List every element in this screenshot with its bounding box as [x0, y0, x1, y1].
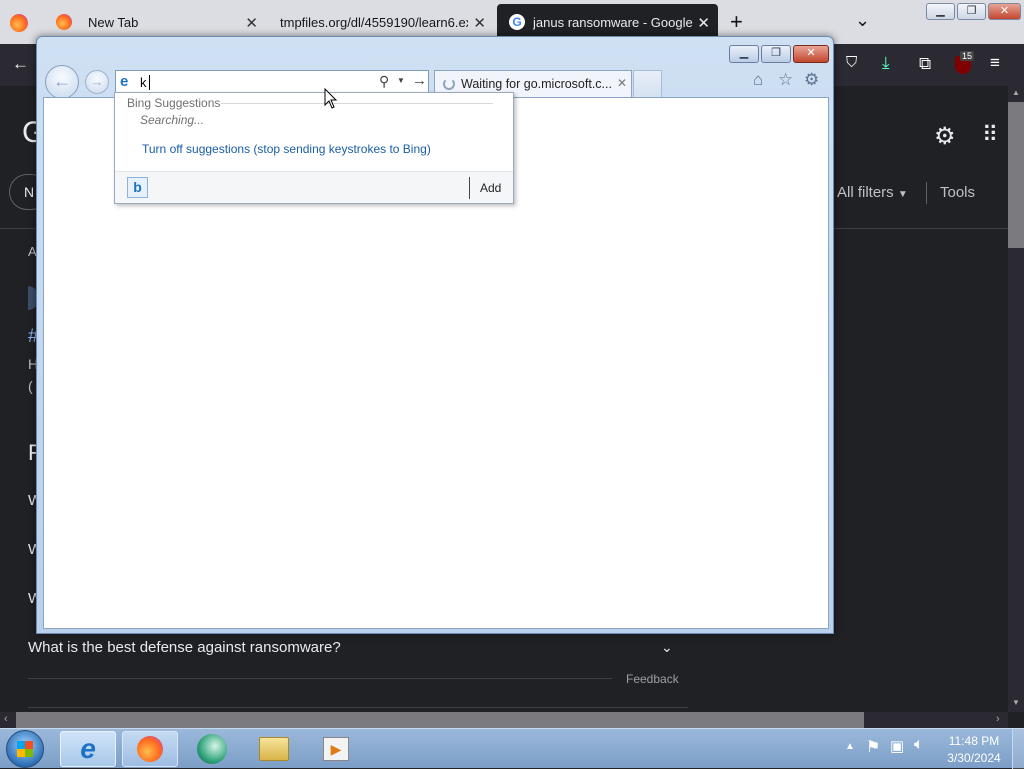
- tab-tmpfiles[interactable]: tmpfiles.org/dl/4559190/learn6.exe ✕: [268, 4, 494, 40]
- bing-logo-icon[interactable]: b: [127, 177, 148, 198]
- ie-page-icon: e: [120, 73, 129, 90]
- taskbar-ie-button[interactable]: e: [60, 731, 116, 767]
- google-g-icon: G: [509, 14, 525, 30]
- tab-title: tmpfiles.org/dl/4559190/learn6.exe: [280, 14, 468, 30]
- suggestions-dropdown: Bing Suggestions Searching... Turn off s…: [114, 92, 514, 204]
- show-desktop-button[interactable]: [1012, 729, 1024, 769]
- suggestions-status: Searching...: [140, 113, 205, 127]
- ie-back-button[interactable]: ←: [45, 65, 79, 99]
- settings-gear-icon[interactable]: ⚙: [934, 122, 956, 151]
- scroll-thumb[interactable]: [1008, 102, 1024, 248]
- home-icon[interactable]: ⌂: [753, 70, 763, 90]
- taskbar-explorer-button[interactable]: [246, 731, 302, 767]
- new-tab-button[interactable]: +: [730, 9, 743, 35]
- favorites-star-icon[interactable]: ☆: [778, 70, 793, 90]
- extensions-icon[interactable]: ⧉: [919, 54, 931, 74]
- vertical-scrollbar[interactable]: ▲ ▼: [1008, 86, 1024, 712]
- firefox-menu-icon[interactable]: [10, 14, 28, 32]
- ie-new-tab-button[interactable]: [633, 70, 662, 97]
- bottom-divider: [28, 707, 688, 708]
- header-rule: [221, 103, 493, 104]
- scroll-down-icon[interactable]: ▼: [1012, 698, 1020, 707]
- start-button[interactable]: [6, 730, 44, 768]
- ie-close-button[interactable]: ✕: [793, 45, 829, 63]
- back-icon[interactable]: ←: [12, 54, 29, 74]
- downloads-icon[interactable]: ⤓: [882, 53, 890, 73]
- dropdown-arrow-icon: ▼: [897, 189, 908, 200]
- volume-muted-icon[interactable]: 🔈︎: [914, 736, 924, 754]
- suggestions-footer: [115, 171, 513, 203]
- taskbar-firefox-button[interactable]: [122, 731, 178, 767]
- tab-title: janus ransomware - Google Search: [533, 14, 697, 30]
- text-caret: [149, 75, 150, 90]
- address-input[interactable]: k: [140, 75, 147, 90]
- tab-title: New Tab: [88, 14, 139, 30]
- faq-question[interactable]: What is the best defense against ransomw…: [28, 639, 341, 656]
- turn-off-suggestions-link[interactable]: Turn off suggestions (stop sending keyst…: [142, 142, 431, 156]
- search-icon[interactable]: ⚲: [379, 73, 389, 90]
- folder-icon: [259, 737, 289, 761]
- all-filters-button[interactable]: All filters ▼: [837, 184, 908, 201]
- scroll-left-icon[interactable]: ‹: [4, 713, 8, 725]
- scroll-thumb[interactable]: [16, 712, 864, 728]
- tools-button[interactable]: Tools: [940, 184, 975, 201]
- expand-chevron-icon[interactable]: ⌄: [661, 639, 673, 656]
- left-text-fragment: (: [28, 378, 33, 394]
- apps-grid-icon[interactable]: ⠿: [982, 122, 998, 148]
- firefox-logo-icon: [137, 736, 163, 762]
- close-button[interactable]: ✕: [988, 3, 1021, 20]
- tab-google-search[interactable]: G janus ransomware - Google Search ✕: [497, 4, 718, 40]
- close-tab-icon[interactable]: ✕: [473, 14, 486, 32]
- green-app-icon: [197, 734, 227, 764]
- taskbar-media-button[interactable]: ▶: [308, 731, 364, 767]
- faq-divider: [28, 678, 612, 679]
- close-tab-icon[interactable]: ✕: [697, 14, 710, 32]
- firefox-tab-icon: [56, 14, 72, 30]
- scroll-up-icon[interactable]: ▲: [1012, 88, 1020, 97]
- list-all-tabs-icon[interactable]: ⌄: [855, 10, 870, 31]
- minimize-button[interactable]: ▁: [926, 3, 955, 20]
- show-hidden-icons[interactable]: ▲: [845, 741, 855, 752]
- all-filters-label: All filters: [837, 184, 894, 201]
- ie-forward-button[interactable]: →: [85, 70, 109, 94]
- maximize-button[interactable]: ❐: [957, 3, 986, 20]
- ie-minimize-button[interactable]: ▁: [729, 45, 759, 63]
- taskbar: e ▶ ▲ ⚑ ▣ 🔈︎ 11:48 PM 3/30/2024: [0, 728, 1024, 769]
- address-dropdown-icon[interactable]: ▼: [397, 76, 405, 85]
- ie-restore-button[interactable]: ❐: [761, 45, 791, 63]
- clock-date[interactable]: 3/30/2024: [944, 751, 1004, 765]
- ie-logo-icon: e: [80, 733, 96, 764]
- clock-time[interactable]: 11:48 PM: [946, 734, 1002, 748]
- pocket-icon[interactable]: ⛉: [846, 54, 857, 71]
- loading-spinner-icon: [443, 78, 455, 90]
- ie-tab-close-icon[interactable]: ✕: [617, 76, 627, 90]
- feedback-link[interactable]: Feedback: [626, 672, 679, 686]
- address-bar[interactable]: e k ⚲ ▼ →: [115, 70, 429, 94]
- close-tab-icon[interactable]: ✕: [245, 14, 258, 32]
- mouse-cursor-icon: [324, 88, 338, 109]
- tab-new-tab[interactable]: New Tab ✕: [44, 4, 266, 40]
- action-center-flag-icon[interactable]: ⚑: [866, 737, 880, 757]
- filter-divider: [926, 182, 927, 204]
- taskbar-app-button[interactable]: [184, 731, 240, 767]
- ie-tab-title: Waiting for go.microsoft.c...: [461, 77, 612, 91]
- suggestions-header: Bing Suggestions: [127, 96, 221, 110]
- scroll-right-icon[interactable]: ›: [996, 713, 1000, 725]
- windows-logo-icon: [17, 741, 33, 757]
- extension-badge: 15: [960, 51, 975, 61]
- media-player-icon: ▶: [323, 737, 349, 761]
- go-arrow-icon[interactable]: →: [412, 72, 427, 89]
- horizontal-scrollbar[interactable]: ‹ ›: [0, 712, 1008, 728]
- add-search-provider-button[interactable]: Add: [480, 181, 501, 195]
- network-icon[interactable]: ▣: [890, 737, 904, 755]
- menu-icon[interactable]: ≡: [990, 53, 1000, 73]
- footer-divider: [469, 177, 470, 199]
- tools-gear-icon[interactable]: ⚙: [804, 70, 819, 90]
